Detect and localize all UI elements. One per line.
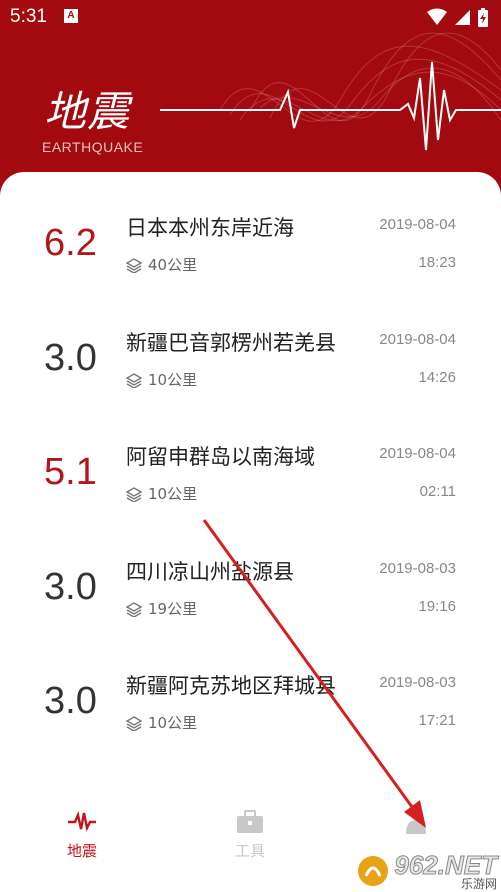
earthquake-row[interactable]: 3.0 新疆阿克苏地区拜城县 10公里 2019-08-03 17:21 bbox=[0, 630, 501, 744]
quake-date: 2019-08-03 bbox=[379, 560, 456, 577]
tab-tools[interactable]: 工具 bbox=[200, 810, 300, 861]
status-time: 5:31 bbox=[10, 6, 47, 27]
tab-earthquake-label: 地震 bbox=[66, 842, 97, 860]
page-subtitle: EARTHQUAKE bbox=[42, 139, 144, 155]
system-icons bbox=[427, 8, 489, 28]
layers-icon bbox=[126, 601, 142, 617]
location-name: 日本本州东岸近海 bbox=[126, 216, 294, 240]
watermark-logo-icon bbox=[358, 856, 389, 886]
location-name: 阿留申群岛以南海域 bbox=[126, 445, 315, 469]
status-bar: 5:31 A bbox=[0, 0, 501, 34]
depth-info: 10公里 bbox=[126, 369, 197, 390]
tab-earthquake[interactable]: 地震 bbox=[32, 810, 132, 861]
quake-time: 18:23 bbox=[418, 254, 456, 271]
quake-time: 19:16 bbox=[418, 598, 456, 615]
earthquake-row[interactable]: 6.2 日本本州东岸近海 40公里 2019-08-04 18:23 bbox=[0, 172, 501, 286]
depth-info: 10公里 bbox=[126, 483, 197, 504]
tab-tools-label: 工具 bbox=[234, 842, 265, 860]
earthquake-row[interactable]: 5.1 阿留申群岛以南海域 10公里 2019-08-04 02:11 bbox=[0, 401, 501, 515]
depth-info: 40公里 bbox=[126, 254, 197, 275]
earthquake-row[interactable]: 3.0 四川凉山州盐源县 19公里 2019-08-03 19:16 bbox=[0, 516, 501, 630]
pulse-icon bbox=[68, 811, 96, 832]
magnitude: 3.0 bbox=[44, 566, 97, 608]
magnitude: 6.2 bbox=[44, 222, 97, 264]
signal-icon bbox=[455, 10, 470, 25]
toolbox-icon bbox=[237, 810, 263, 833]
watermark-text: 962.NET bbox=[394, 850, 498, 880]
layers-icon bbox=[126, 486, 142, 502]
depth-info: 19公里 bbox=[126, 598, 197, 619]
depth-value: 40公里 bbox=[148, 256, 198, 274]
quake-date: 2019-08-04 bbox=[379, 445, 456, 462]
magnitude: 3.0 bbox=[44, 337, 97, 379]
profile-icon bbox=[406, 820, 426, 834]
wifi-icon bbox=[427, 8, 447, 25]
depth-value: 10公里 bbox=[148, 485, 198, 503]
page-title: 地震 bbox=[44, 87, 131, 136]
watermark-sub: 乐游网 bbox=[460, 877, 497, 891]
depth-value: 10公里 bbox=[148, 714, 198, 732]
layers-icon bbox=[126, 372, 142, 388]
layers-icon bbox=[126, 715, 142, 731]
earthquake-row[interactable]: 3.0 新疆巴音郭楞州若羌县 10公里 2019-08-04 14:26 bbox=[0, 287, 501, 401]
battery-icon bbox=[478, 8, 488, 27]
location-name: 新疆巴音郭楞州若羌县 bbox=[126, 331, 336, 355]
notification-icon: A bbox=[64, 9, 78, 23]
quake-time: 17:21 bbox=[418, 712, 456, 729]
magnitude: 5.1 bbox=[44, 451, 97, 493]
location-name: 四川凉山州盐源县 bbox=[126, 560, 294, 584]
quake-date: 2019-08-04 bbox=[379, 331, 456, 348]
depth-value: 19公里 bbox=[148, 600, 198, 618]
quake-date: 2019-08-04 bbox=[379, 216, 456, 233]
layers-icon bbox=[126, 257, 142, 273]
watermark: 962.NET 乐游网 bbox=[356, 852, 497, 890]
location-name: 新疆阿克苏地区拜城县 bbox=[126, 674, 336, 698]
quake-time: 14:26 bbox=[418, 369, 456, 386]
depth-value: 10公里 bbox=[148, 371, 198, 389]
app-header: 5:31 A 地震 EARTHQUAKE bbox=[0, 0, 501, 200]
quake-date: 2019-08-03 bbox=[379, 674, 456, 691]
quake-time: 02:11 bbox=[419, 483, 456, 500]
depth-info: 10公里 bbox=[126, 712, 197, 733]
tab-profile[interactable] bbox=[366, 810, 466, 840]
magnitude: 3.0 bbox=[44, 680, 97, 722]
